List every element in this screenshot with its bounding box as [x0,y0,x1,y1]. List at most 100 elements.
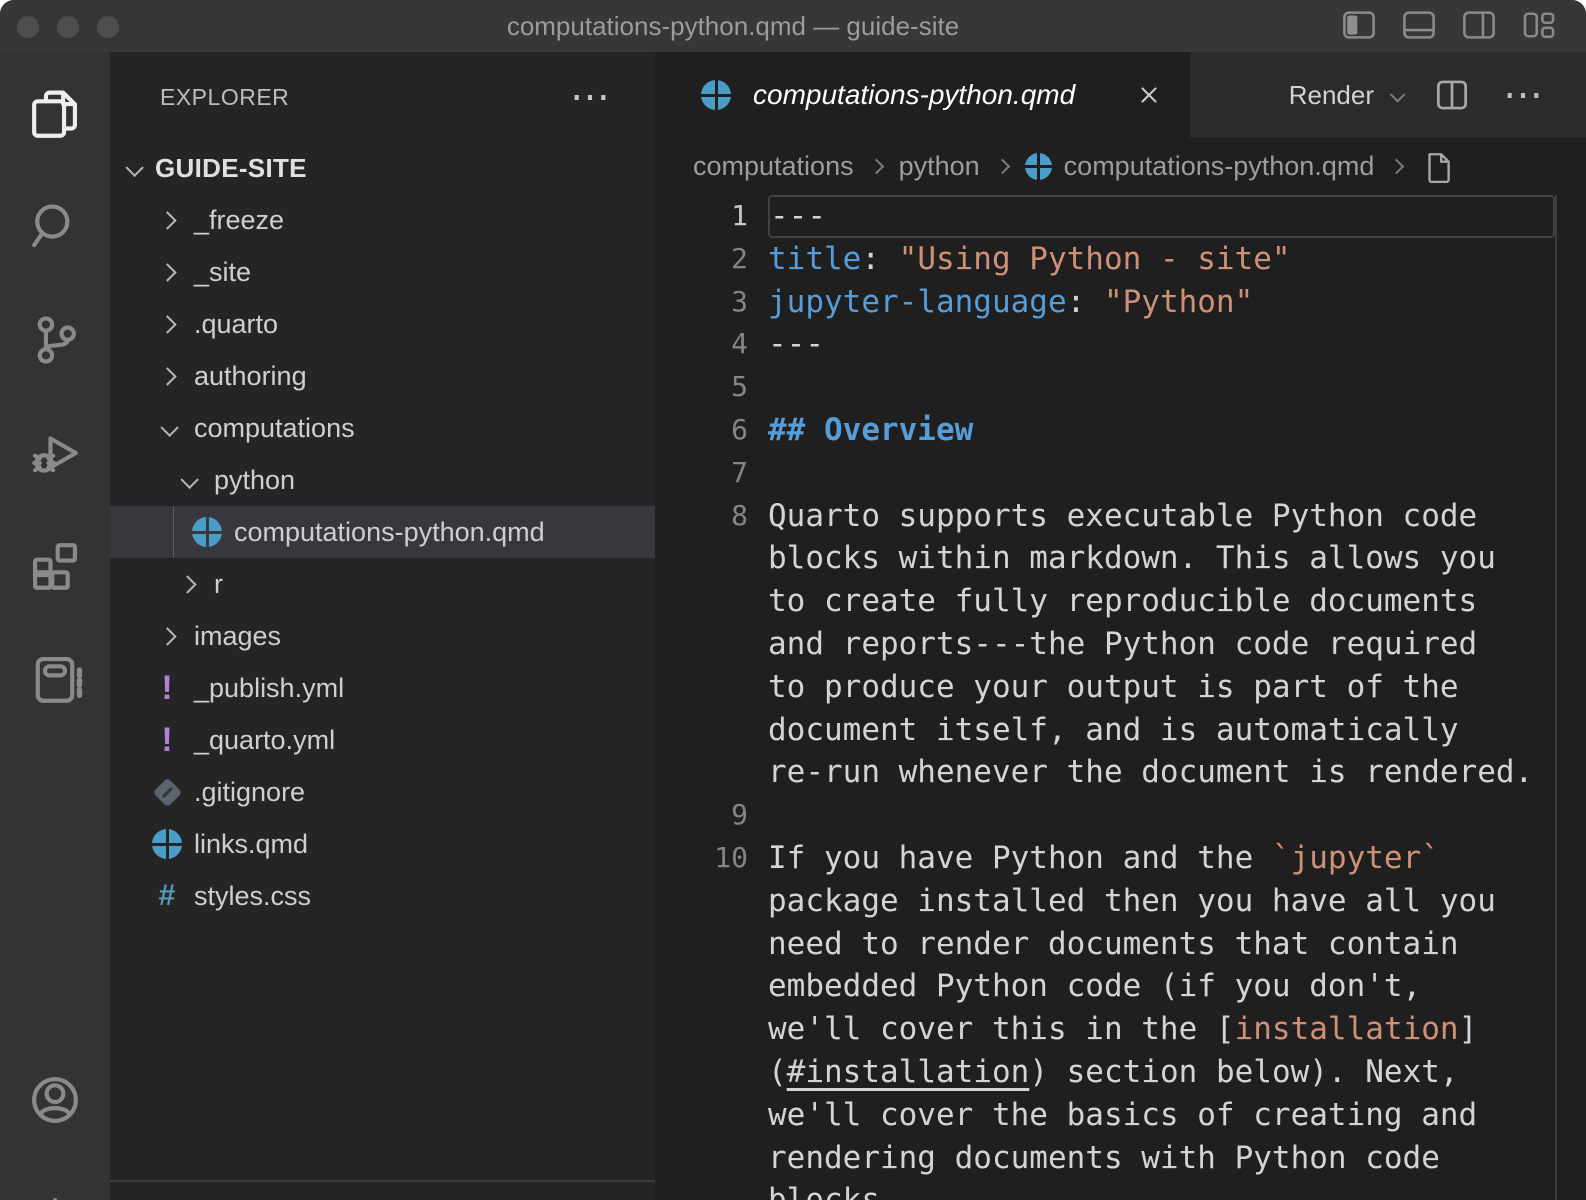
tree-item-authoring[interactable]: authoring [110,350,655,402]
code-line[interactable]: to create fully reproducible documents [655,580,1586,623]
code-line-text: and reports---the Python code required [768,623,1555,666]
breadcrumb-item[interactable]: python [899,151,980,182]
tree-item-computations-python-qmd[interactable]: computations-python.qmd [110,506,655,558]
code-line[interactable]: blocks. [655,1179,1586,1200]
activity-bar [0,52,110,1200]
code-line[interactable]: embedded Python code (if you don't, [655,965,1586,1008]
quarto-icon [192,517,222,547]
code-line[interactable]: 8Quarto supports executable Python code [655,495,1586,538]
code-line[interactable]: we'll cover this in the [installation] [655,1008,1586,1051]
tab-label: computations-python.qmd [753,79,1075,111]
code-line[interactable]: 2title: "Using Python - site" [655,238,1586,281]
code-line-text: blocks within markdown. This allows you [768,537,1555,580]
customize-layout-icon[interactable] [1520,7,1558,43]
code-line-text: we'll cover this in the [installation] [768,1008,1555,1051]
chevron-down-icon [1390,87,1406,103]
tree-item--quarto-yml[interactable]: !_quarto.yml [110,714,655,766]
code-line[interactable]: 10If you have Python and the `jupyter` [655,837,1586,880]
render-button[interactable]: Render [1289,80,1401,111]
chevron-right-icon [1389,159,1405,175]
quarto-icon [152,829,182,859]
line-number [655,965,768,1008]
code-line[interactable]: need to render documents that contain [655,923,1586,966]
tree-item-label: _freeze [194,205,284,236]
code-line[interactable]: to produce your output is part of the [655,666,1586,709]
chevron-right-icon [158,263,176,281]
line-number [655,1094,768,1137]
line-number [655,537,768,580]
account-icon[interactable] [0,1070,110,1130]
split-editor-icon[interactable] [1433,76,1471,114]
run-and-debug-icon[interactable] [0,423,110,483]
toggle-sidebar-right-icon[interactable] [1460,7,1498,43]
tab-computations-python[interactable]: computations-python.qmd [655,52,1190,138]
notebook-icon[interactable] [0,649,110,709]
code-line[interactable]: and reports---the Python code required [655,623,1586,666]
indent-guide [173,506,174,558]
outline-section-header[interactable]: OUTLINE [110,1180,655,1200]
code-line[interactable]: 3jupyter-language: "Python" [655,281,1586,324]
tree-item--publish-yml[interactable]: !_publish.yml [110,662,655,714]
chevron-right-icon [158,367,176,385]
code-line[interactable]: blocks within markdown. This allows you [655,537,1586,580]
tree-item-images[interactable]: images [110,610,655,662]
zoom-button[interactable] [97,16,119,38]
code-line[interactable]: package installed then you have all you [655,880,1586,923]
code-line-text: --- [768,195,1555,238]
quarto-icon [701,80,731,110]
quarto-icon [1025,153,1052,180]
code-line[interactable]: 6## Overview [655,409,1586,452]
code-line[interactable]: we'll cover the basics of creating and [655,1094,1586,1137]
code-line[interactable]: rendering documents with Python code [655,1137,1586,1180]
line-number: 4 [655,323,768,366]
tree-item-styles-css[interactable]: #styles.css [110,870,655,922]
line-number [655,666,768,709]
code-line[interactable]: 9 [655,794,1586,837]
code-line-text: embedded Python code (if you don't, [768,965,1555,1008]
more-actions-icon[interactable]: ⋯ [570,87,611,107]
tree-item--gitignore[interactable]: .gitignore [110,766,655,818]
code-line[interactable]: document itself, and is automatically [655,709,1586,752]
close-button[interactable] [17,16,39,38]
tree-item--quarto[interactable]: .quarto [110,298,655,350]
code-line[interactable]: 1--- [655,195,1586,238]
chevron-down-icon [125,158,143,176]
code-line-text: to create fully reproducible documents [768,580,1555,623]
toggle-sidebar-left-icon[interactable] [1340,7,1378,43]
tree-item-label: images [194,621,281,652]
chevron-right-icon [158,211,176,229]
chevron-right-icon [158,315,176,333]
toggle-panel-icon[interactable] [1400,7,1438,43]
code-line-text: to produce your output is part of the [768,666,1555,709]
tree-root-guide-site[interactable]: GUIDE-SITE [110,142,655,194]
tree-item--site[interactable]: _site [110,246,655,298]
code-line-text: rendering documents with Python code [768,1137,1555,1180]
code-line[interactable]: (#installation) section below). Next, [655,1051,1586,1094]
code-line[interactable]: 7 [655,452,1586,495]
code-line-text: package installed then you have all you [768,880,1555,923]
close-tab-icon[interactable] [1134,80,1164,110]
source-control-icon[interactable] [0,310,110,370]
code-line[interactable]: re-run whenever the document is rendered… [655,751,1586,794]
breadcrumb-item[interactable]: computations [693,151,854,182]
tree-item-python[interactable]: python [110,454,655,506]
settings-gear-icon[interactable] [0,1190,110,1200]
code-line-text: need to render documents that contain [768,923,1555,966]
code-line-text [768,794,1555,837]
editor-actions: Render ⋯ [1190,52,1586,138]
more-actions-icon[interactable]: ⋯ [1503,85,1544,105]
minimize-button[interactable] [57,16,79,38]
code-line[interactable]: 5 [655,366,1586,409]
tree-item--freeze[interactable]: _freeze [110,194,655,246]
line-number [655,709,768,752]
search-icon[interactable] [0,197,110,257]
tree-item-computations[interactable]: computations [110,402,655,454]
tree-item-label: links.qmd [194,829,308,860]
tree-item-r[interactable]: r [110,558,655,610]
explorer-icon[interactable] [0,84,110,144]
breadcrumb-item[interactable]: computations-python.qmd [1064,151,1375,182]
tree-item-links-qmd[interactable]: links.qmd [110,818,655,870]
code-line[interactable]: 4--- [655,323,1586,366]
code-editor[interactable]: 1---2title: "Using Python - site"3jupyte… [655,195,1586,1200]
extensions-icon[interactable] [0,536,110,596]
